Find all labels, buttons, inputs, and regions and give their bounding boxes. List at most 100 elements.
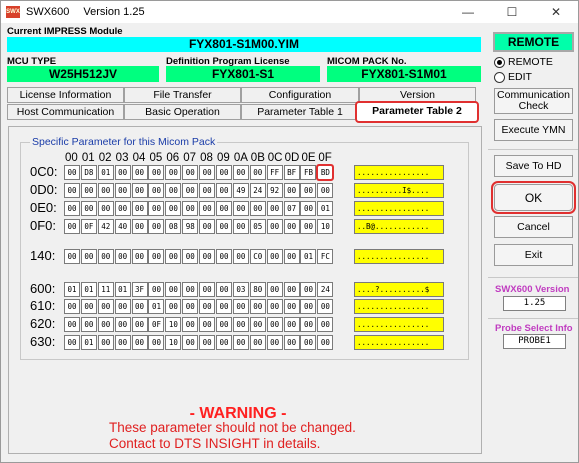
hex-cell[interactable]: 00 [114, 335, 131, 350]
hex-cell[interactable]: 00 [300, 335, 317, 350]
cancel-button[interactable]: Cancel [494, 216, 573, 238]
hex-cell[interactable]: 01 [114, 282, 131, 297]
hex-cell[interactable]: 00 [131, 183, 148, 198]
radio-remote-indicator[interactable] [494, 56, 505, 68]
hex-cell[interactable]: 00 [148, 219, 165, 234]
hex-cell[interactable]: 00 [64, 299, 80, 314]
hex-cell[interactable]: 00 [80, 249, 97, 264]
hex-cell[interactable]: 00 [114, 299, 131, 314]
hex-cell[interactable]: 00 [216, 183, 233, 198]
hex-cell[interactable]: 00 [283, 317, 300, 332]
hex-cell[interactable]: 00 [249, 335, 266, 350]
hex-cell[interactable]: 00 [266, 201, 283, 216]
hex-cell[interactable]: 00 [182, 201, 199, 216]
hex-cell[interactable]: 03 [232, 282, 249, 297]
hex-cell[interactable]: 00 [266, 317, 283, 332]
hex-cell[interactable]: 01 [80, 282, 97, 297]
hex-cell[interactable]: 00 [114, 201, 131, 216]
hex-cell[interactable]: 00 [317, 317, 334, 332]
hex-cell[interactable]: 00 [283, 249, 300, 264]
hex-cell[interactable]: 00 [283, 183, 300, 198]
hex-cell[interactable]: 00 [300, 219, 317, 234]
hex-cell[interactable]: C0 [249, 249, 266, 264]
hex-cell[interactable]: 01 [148, 299, 165, 314]
hex-cell[interactable]: 3F [131, 282, 148, 297]
hex-cell[interactable]: 00 [283, 282, 300, 297]
hex-cell[interactable]: 00 [182, 183, 199, 198]
hex-cell[interactable]: 40 [114, 219, 131, 234]
hex-cell[interactable]: 00 [165, 165, 182, 180]
hex-cell[interactable]: 00 [199, 219, 216, 234]
close-icon[interactable]: ✕ [534, 1, 578, 23]
hex-cell[interactable]: 00 [97, 317, 114, 332]
hex-cell[interactable]: 00 [199, 335, 216, 350]
hex-cell[interactable]: 00 [182, 317, 199, 332]
hex-cell[interactable]: 07 [283, 201, 300, 216]
hex-cell[interactable]: 00 [216, 201, 233, 216]
hex-cell[interactable]: 00 [114, 183, 131, 198]
maximize-icon[interactable]: ☐ [490, 1, 534, 23]
hex-cell[interactable]: 00 [80, 317, 97, 332]
hex-cell[interactable]: 01 [97, 165, 114, 180]
hex-cell[interactable]: 00 [182, 335, 199, 350]
hex-cell[interactable]: 00 [80, 183, 97, 198]
hex-cell[interactable]: 00 [64, 249, 80, 264]
hex-cell[interactable]: 00 [216, 282, 233, 297]
hex-cell[interactable]: 00 [216, 335, 233, 350]
hex-cell[interactable]: 0F [148, 317, 165, 332]
hex-cell[interactable]: 00 [131, 335, 148, 350]
exit-button[interactable]: Exit [494, 244, 573, 266]
hex-cell[interactable]: 00 [80, 201, 97, 216]
hex-cell[interactable]: FF [266, 165, 283, 180]
hex-cell[interactable]: 00 [232, 201, 249, 216]
hex-cell[interactable]: 00 [317, 183, 334, 198]
hex-cell[interactable]: 00 [148, 165, 165, 180]
hex-cell[interactable]: 00 [317, 299, 334, 314]
hex-cell[interactable]: 00 [114, 249, 131, 264]
hex-cell[interactable]: 10 [317, 219, 334, 234]
hex-cell[interactable]: 01 [80, 335, 97, 350]
ok-button[interactable]: OK [491, 181, 576, 214]
hex-cell[interactable]: 00 [165, 201, 182, 216]
hex-cell[interactable]: 00 [114, 165, 131, 180]
hex-cell[interactable]: 00 [199, 282, 216, 297]
hex-cell[interactable]: 00 [283, 219, 300, 234]
remote-status-button[interactable]: REMOTE [493, 32, 574, 52]
hex-cell[interactable]: 00 [97, 335, 114, 350]
hex-cell[interactable]: 00 [148, 335, 165, 350]
hex-cell[interactable]: 00 [266, 335, 283, 350]
hex-cell[interactable]: 01 [64, 282, 80, 297]
hex-cell[interactable]: 00 [199, 299, 216, 314]
hex-cell[interactable]: 00 [182, 165, 199, 180]
hex-cell[interactable]: 80 [249, 282, 266, 297]
tab-basic-operation[interactable]: Basic Operation [124, 104, 241, 120]
hex-cell[interactable]: 00 [266, 282, 283, 297]
hex-cell[interactable]: 10 [165, 317, 182, 332]
hex-cell[interactable]: 00 [131, 317, 148, 332]
hex-cell[interactable]: 00 [249, 299, 266, 314]
hex-cell[interactable]: 10 [165, 335, 182, 350]
hex-cell[interactable]: 00 [300, 282, 317, 297]
hex-cell[interactable]: 00 [266, 249, 283, 264]
hex-cell[interactable]: 00 [232, 219, 249, 234]
hex-cell[interactable]: FB [300, 165, 317, 180]
hex-cell[interactable]: BD [316, 164, 335, 181]
hex-cell[interactable]: 42 [97, 219, 114, 234]
hex-cell[interactable]: 00 [232, 335, 249, 350]
hex-cell[interactable]: 24 [249, 183, 266, 198]
hex-cell[interactable]: 00 [148, 282, 165, 297]
hex-cell[interactable]: 98 [182, 219, 199, 234]
hex-cell[interactable]: 00 [80, 299, 97, 314]
tab-host-communication[interactable]: Host Communication [7, 104, 124, 120]
hex-cell[interactable]: 00 [232, 299, 249, 314]
hex-cell[interactable]: 00 [199, 165, 216, 180]
hex-cell[interactable]: 00 [131, 201, 148, 216]
hex-cell[interactable]: 00 [283, 335, 300, 350]
hex-cell[interactable]: 00 [232, 317, 249, 332]
hex-cell[interactable]: 11 [97, 282, 114, 297]
hex-cell[interactable]: 24 [317, 282, 334, 297]
hex-cell[interactable]: 00 [114, 317, 131, 332]
hex-cell[interactable]: 00 [300, 183, 317, 198]
hex-cell[interactable]: 00 [165, 282, 182, 297]
hex-cell[interactable]: 00 [300, 299, 317, 314]
